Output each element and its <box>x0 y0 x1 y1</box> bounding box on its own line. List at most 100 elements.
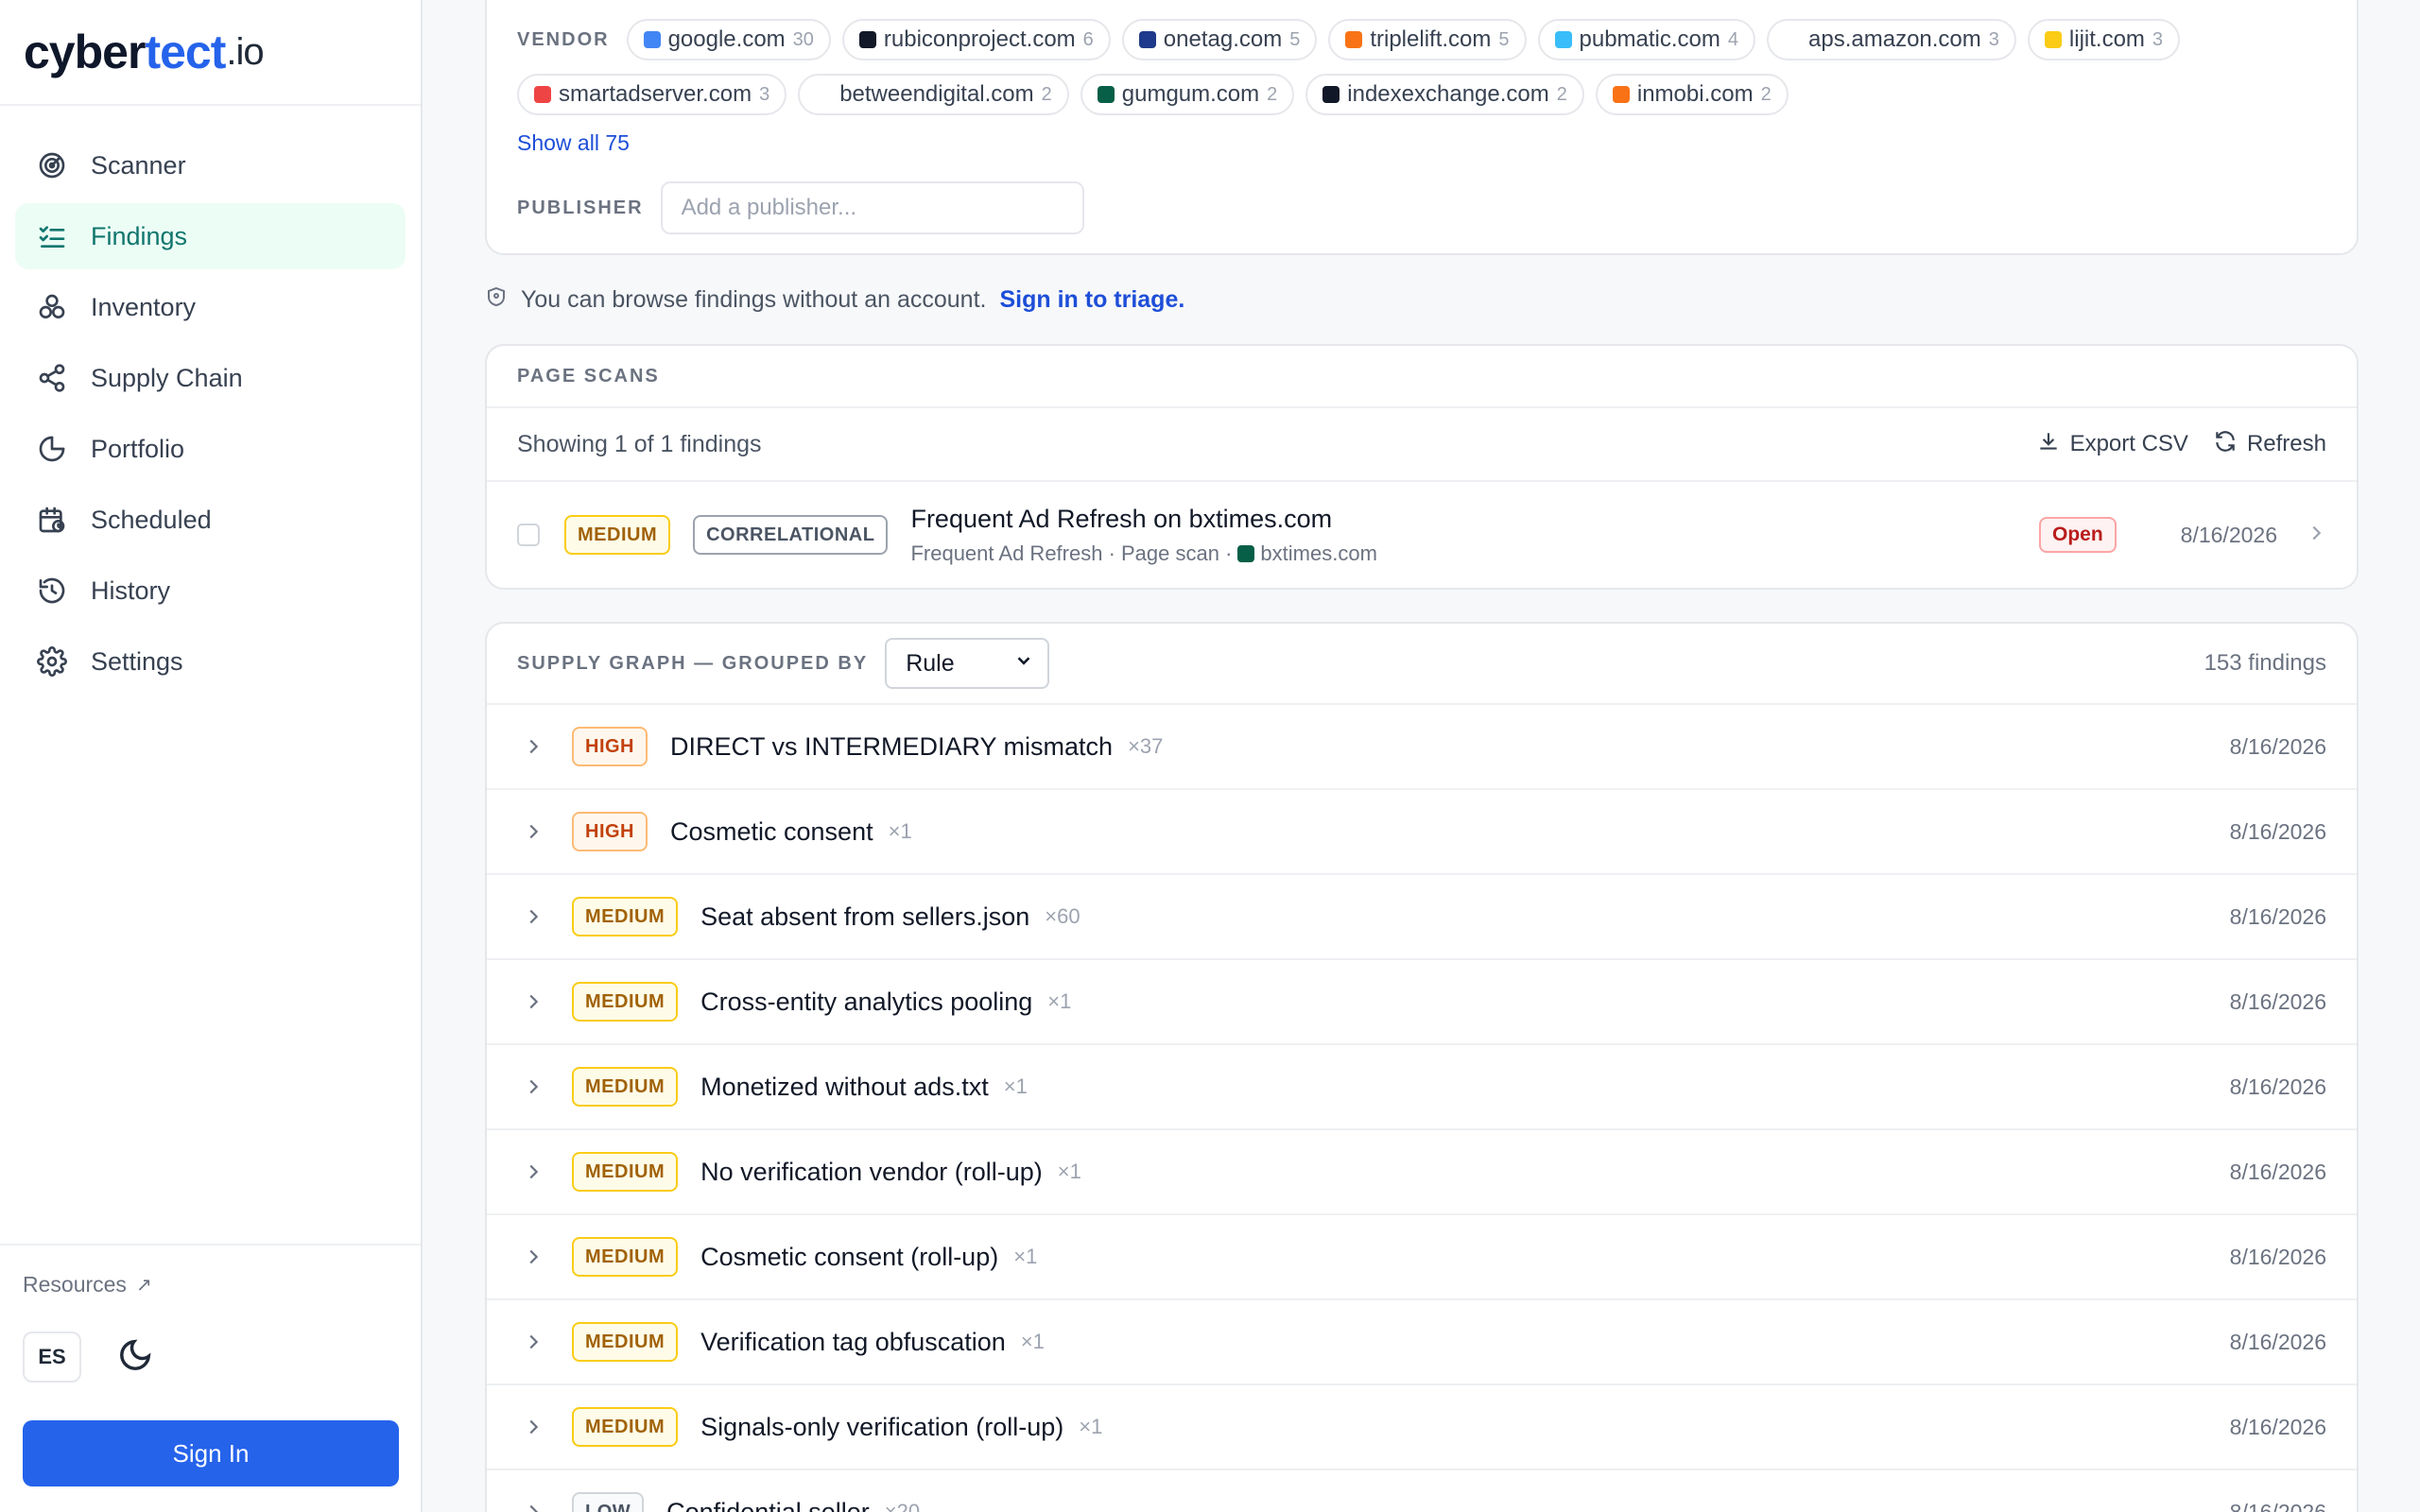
finding-meta: Frequent Ad Refresh · Page scan · <box>910 541 1233 565</box>
severity-badge: MEDIUM <box>572 1237 679 1277</box>
external-link-icon: ↗ <box>135 1275 152 1296</box>
vendor-count: 2 <box>1760 83 1772 105</box>
severity-badge: MEDIUM <box>572 897 679 936</box>
vendor-count: 2 <box>1041 83 1052 105</box>
vendor-favicon-icon <box>1784 31 1802 48</box>
vendor-chip[interactable]: aps.amazon.com 3 <box>1767 19 2016 60</box>
sidebar-nav: Scanner Findings Inventory Supply Chain … <box>0 106 421 695</box>
chevron-right-icon[interactable] <box>523 1332 551 1352</box>
sidebar: cyber tect .io Scanner Findings Inventory … <box>0 0 423 1512</box>
chevron-down-icon <box>1013 650 1034 678</box>
kind-badge: CORRELATIONAL <box>693 515 889 555</box>
group-by-select[interactable]: Rule <box>885 638 1050 689</box>
rule-multiplier: ×1 <box>888 819 912 843</box>
sidebar-item-scanner[interactable]: Scanner <box>15 132 406 198</box>
publisher-label: PUBLISHER <box>517 197 644 218</box>
table-row[interactable]: MEDIUM Monetized without ads.txt ×1 8/16/20… <box>487 1045 2357 1130</box>
vendor-favicon-icon <box>1097 86 1115 103</box>
chevron-right-icon[interactable] <box>523 1502 551 1512</box>
brand-logo[interactable]: cyber tect .io <box>0 0 421 106</box>
table-row[interactable]: LOW Confidential seller ×20 8/16/2026 <box>487 1470 2357 1512</box>
sign-in-to-triage-link[interactable]: Sign in to triage. <box>999 286 1184 314</box>
vendor-favicon-icon <box>1322 86 1340 103</box>
rule-title: Verification tag obfuscation <box>700 1327 1006 1356</box>
vendor-chip[interactable]: inmobi.com 2 <box>1595 74 1789 115</box>
table-row[interactable]: MEDIUM Verification tag obfuscation ×1 8/16… <box>487 1300 2357 1385</box>
sidebar-item-history[interactable]: History <box>15 558 406 624</box>
vendor-name: indexexchange.com <box>1347 81 1549 107</box>
chevron-right-icon[interactable] <box>523 906 551 927</box>
vendor-count: 5 <box>1289 28 1301 50</box>
table-row[interactable]: MEDIUM Cosmetic consent (roll-up) ×1 8/16/2… <box>487 1215 2357 1300</box>
export-csv-button[interactable]: Export CSV <box>2036 429 2188 460</box>
row-checkbox[interactable] <box>517 524 540 546</box>
vendor-chip[interactable]: rubiconproject.com 6 <box>841 19 1111 60</box>
theme-toggle[interactable] <box>117 1337 153 1378</box>
radar-icon <box>36 149 68 181</box>
table-row[interactable]: HIGH Cosmetic consent ×1 8/16/2026 <box>487 790 2357 875</box>
sidebar-item-label: Settings <box>91 646 183 676</box>
vendor-chip[interactable]: lijit.com 3 <box>2027 19 2181 60</box>
pie-chart-icon <box>36 433 68 465</box>
refresh-button[interactable]: Refresh <box>2213 429 2326 460</box>
sign-in-button[interactable]: Sign In <box>23 1420 399 1486</box>
vendor-chip[interactable]: gumgum.com 2 <box>1080 74 1295 115</box>
sidebar-item-supply-chain[interactable]: Supply Chain <box>15 345 406 411</box>
sidebar-item-label: History <box>91 576 171 605</box>
vendor-label: VENDOR <box>517 28 610 50</box>
export-csv-label: Export CSV <box>2069 431 2188 456</box>
rule-multiplier: ×1 <box>1079 1415 1103 1438</box>
chevron-right-icon[interactable] <box>523 1246 551 1267</box>
chevron-right-icon[interactable] <box>2306 523 2326 548</box>
vendor-favicon-icon <box>1612 86 1630 103</box>
sidebar-item-findings[interactable]: Findings <box>15 203 406 269</box>
rule-title: Signals-only verification (roll-up) <box>700 1412 1064 1441</box>
vendor-chip[interactable]: indexexchange.com 2 <box>1305 74 1584 115</box>
sidebar-item-inventory[interactable]: Inventory <box>15 274 406 340</box>
rule-multiplier: ×1 <box>1057 1160 1081 1183</box>
sidebar-item-settings[interactable]: Settings <box>15 628 406 695</box>
gear-icon <box>36 645 68 678</box>
vendor-favicon-icon <box>643 31 661 48</box>
chevron-right-icon[interactable] <box>523 736 551 757</box>
sidebar-item-scheduled[interactable]: Scheduled <box>15 487 406 553</box>
table-row[interactable]: MEDIUM Cross-entity analytics pooling ×1 8/… <box>487 960 2357 1045</box>
table-row[interactable]: MEDIUM Seat absent from sellers.json ×60 8/… <box>487 875 2357 960</box>
resources-link[interactable]: Resources ↗ <box>23 1272 398 1297</box>
boxes-icon <box>36 291 68 323</box>
filters-card: VENDOR google.com 30 rubiconproject.com 6 on… <box>485 0 2359 255</box>
publisher-input[interactable]: Add a publisher... <box>660 181 1084 234</box>
rule-title: No verification vendor (roll-up) <box>700 1157 1043 1186</box>
rule-date: 8/16/2026 <box>2229 1414 2326 1439</box>
rule-title: DIRECT vs INTERMEDIARY mismatch <box>670 731 1114 761</box>
rule-date: 8/16/2026 <box>2229 818 2326 844</box>
vendor-chip[interactable]: smartadserver.com 3 <box>517 74 787 115</box>
vendor-favicon-icon <box>1554 31 1572 48</box>
vendor-name: pubmatic.com <box>1579 26 1720 52</box>
sidebar-footer: Resources ↗ ES Sign In <box>0 1244 421 1512</box>
list-check-icon <box>36 220 68 252</box>
vendor-chip[interactable]: triplelift.com 5 <box>1328 19 1527 60</box>
shield-icon <box>485 285 508 315</box>
rule-date: 8/16/2026 <box>2229 733 2326 759</box>
vendor-count: 5 <box>1498 28 1510 50</box>
table-row[interactable]: HIGH DIRECT vs INTERMEDIARY mismatch ×37 8/… <box>487 705 2357 790</box>
vendor-chip[interactable]: pubmatic.com 4 <box>1537 19 1756 60</box>
vendor-chip[interactable]: betweendigital.com 2 <box>798 74 1069 115</box>
chevron-right-icon[interactable] <box>523 1161 551 1182</box>
chevron-right-icon[interactable] <box>523 821 551 842</box>
finding-row[interactable]: MEDIUM CORRELATIONAL Frequent Ad Refresh… <box>487 482 2357 588</box>
chevron-right-icon[interactable] <box>523 1076 551 1097</box>
chevron-right-icon[interactable] <box>523 1417 551 1437</box>
chevron-right-icon[interactable] <box>523 991 551 1012</box>
show-all-vendors-link[interactable]: Show all 75 <box>517 130 630 156</box>
table-row[interactable]: MEDIUM No verification vendor (roll-up) ×1… <box>487 1130 2357 1215</box>
vendor-favicon-icon <box>1138 31 1156 48</box>
severity-badge: MEDIUM <box>572 1067 679 1107</box>
vendor-chip[interactable]: onetag.com 5 <box>1121 19 1318 60</box>
table-row[interactable]: MEDIUM Signals-only verification (roll-up… <box>487 1385 2357 1470</box>
sidebar-item-portfolio[interactable]: Portfolio <box>15 416 406 482</box>
language-button[interactable]: ES <box>23 1332 81 1383</box>
vendor-name: triplelift.com <box>1370 26 1492 52</box>
vendor-chip[interactable]: google.com 30 <box>626 19 831 60</box>
